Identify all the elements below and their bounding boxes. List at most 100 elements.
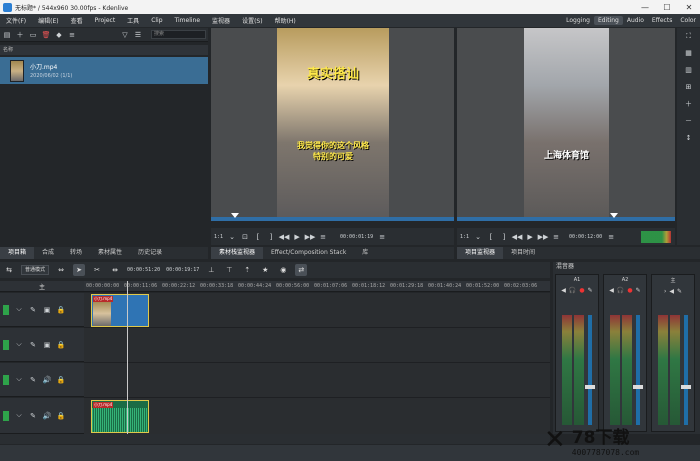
lock-icon[interactable]: 🔒 [57, 341, 66, 349]
chevron-down-icon[interactable]: ⌄ [228, 233, 236, 241]
chevron-down-icon[interactable]: ⌵ [15, 305, 23, 314]
maximize-button[interactable]: ☐ [656, 3, 678, 12]
timeline-playhead[interactable] [127, 281, 128, 434]
track-active-tag[interactable] [3, 374, 9, 385]
workspace-color[interactable]: Color [676, 16, 700, 25]
menu-icon[interactable]: ≡ [319, 233, 327, 241]
project-monitor[interactable]: 上海体育馆 [457, 28, 675, 221]
workspace-audio[interactable]: Audio [623, 16, 648, 25]
menu-icon[interactable]: ≡ [68, 31, 76, 39]
track-active-tag[interactable] [3, 339, 9, 350]
clip-timecode[interactable]: 00:00:01:19 [340, 234, 373, 240]
delete-icon[interactable]: 🗑 [42, 31, 51, 39]
volume-fader[interactable] [684, 315, 688, 425]
record-icon[interactable]: ● [579, 287, 584, 294]
workspace-effects[interactable]: Effects [648, 16, 676, 25]
rewind-icon[interactable]: ◀◀ [279, 233, 290, 241]
tab-compositions[interactable]: 合成 [34, 247, 62, 259]
minimize-button[interactable]: — [634, 3, 656, 12]
tab-clip-monitor[interactable]: 素材栈监视器 [211, 247, 264, 259]
menu-icon[interactable]: ≡ [552, 233, 560, 241]
track-header-v2[interactable]: ⌵ ✎ ▣ 🔒 [0, 293, 84, 327]
effect-icon[interactable]: ✎ [636, 287, 641, 294]
chevron-down-icon[interactable]: ⌵ [15, 411, 23, 420]
menu-clip[interactable]: Clip [145, 17, 168, 24]
clip-zoom[interactable]: 1:1 [214, 234, 223, 240]
bin-item[interactable]: 小刀.mp4 2020/06/02 (1/1) [0, 57, 208, 84]
track-menu-icon[interactable]: ⇆ [3, 264, 15, 276]
chevron-right-icon[interactable]: › [664, 288, 666, 295]
grid-icon[interactable]: ▦ [685, 49, 693, 57]
timeline-ruler[interactable]: 00:00:00:00 00:00:11:06 00:00:22:12 00:0… [84, 281, 550, 292]
chevron-down-icon[interactable]: ⌵ [15, 375, 23, 384]
zoom-icon[interactable]: ⊞ [685, 83, 693, 91]
lock-icon[interactable]: 🔒 [57, 376, 66, 384]
overwrite-icon[interactable]: ⊤ [223, 264, 235, 276]
project-timecode[interactable]: 00:00:12:00 [569, 234, 602, 240]
timeline-tracks[interactable]: 小刀.mp4 小刀.mp4 [84, 293, 550, 434]
bin-search-input[interactable]: 搜索 [151, 30, 206, 39]
add-marker-icon[interactable]: ＋ [685, 100, 693, 108]
tab-project-time[interactable]: 项目时间 [503, 247, 543, 259]
edit-mode-select[interactable]: 普通模式 [21, 265, 50, 275]
ripple-icon[interactable]: ⇄ [295, 264, 308, 276]
track-v2[interactable]: 小刀.mp4 [84, 293, 550, 328]
track-header-v1[interactable]: ⌵ ✎ ▣ 🔒 [0, 328, 84, 362]
mute-icon[interactable]: ◀ [609, 287, 614, 294]
project-zoom[interactable]: 1:1 [460, 234, 469, 240]
lock-icon[interactable]: 🔒 [57, 306, 66, 314]
effect-icon[interactable]: ✎ [677, 288, 682, 295]
video-clip[interactable]: 小刀.mp4 [91, 294, 149, 327]
track-a2[interactable]: 小刀.mp4 [84, 398, 550, 434]
rewind-icon[interactable]: ◀◀ [512, 233, 523, 241]
film-icon[interactable]: ▣ [43, 306, 51, 314]
options-icon[interactable]: ≡ [378, 233, 386, 241]
tab-library[interactable]: 库 [354, 247, 376, 259]
lock-icon[interactable]: 🔒 [57, 412, 66, 420]
spacer-tool-icon[interactable]: ⇔ [55, 264, 67, 276]
project-playhead-marker[interactable] [610, 213, 618, 218]
effect-icon[interactable]: ✎ [29, 412, 37, 420]
slip-tool-icon[interactable]: ⇹ [109, 264, 121, 276]
headphones-icon[interactable]: 🎧 [617, 287, 624, 294]
timeline-scrollbar[interactable] [0, 434, 550, 444]
play-icon[interactable]: ▶ [293, 233, 301, 241]
headphones-icon[interactable]: 🎧 [569, 287, 576, 294]
expand-icon[interactable]: ↕ [685, 134, 693, 142]
menu-tools[interactable]: 工具 [121, 16, 145, 25]
set-in-icon[interactable]: [ [487, 233, 495, 241]
clip-monitor-ruler[interactable] [211, 217, 454, 221]
tab-history[interactable]: 历史记录 [130, 247, 170, 259]
filter-icon[interactable]: ▽ [121, 31, 129, 39]
insert-icon[interactable]: ⊥ [205, 264, 217, 276]
audio-clip[interactable]: 小刀.mp4 [91, 400, 149, 433]
fullscreen-icon[interactable]: ⛶ [685, 32, 693, 40]
select-tool-icon[interactable]: ➤ [73, 264, 86, 276]
speaker-icon[interactable]: 🔊 [43, 376, 52, 384]
menu-file[interactable]: 文件(F) [0, 16, 32, 25]
razor-tool-icon[interactable]: ✂ [91, 264, 103, 276]
effect-icon[interactable]: ✎ [588, 287, 593, 294]
fader-handle[interactable] [633, 385, 643, 389]
record-icon[interactable]: ● [627, 287, 632, 294]
set-out-icon[interactable]: ] [267, 233, 275, 241]
menu-settings[interactable]: 设置(S) [236, 16, 269, 25]
forward-icon[interactable]: ▶▶ [538, 233, 549, 241]
menu-project[interactable]: Project [89, 17, 122, 24]
workspace-editing[interactable]: Editing [593, 16, 623, 25]
lift-icon[interactable]: ⇡ [241, 264, 253, 276]
fader-handle[interactable] [585, 385, 595, 389]
menu-help[interactable]: 帮助(H) [269, 16, 302, 25]
tab-project-monitor[interactable]: 项目监视器 [457, 247, 504, 259]
effect-icon[interactable]: ✎ [29, 341, 37, 349]
volume-fader[interactable] [636, 315, 640, 425]
chevron-down-icon[interactable]: ⌄ [474, 233, 482, 241]
set-in-icon[interactable]: [ [254, 233, 262, 241]
tag-icon[interactable]: ◆ [55, 31, 63, 39]
menu-monitor[interactable]: 监视器 [206, 16, 236, 25]
track-active-tag[interactable] [3, 410, 9, 421]
project-monitor-ruler[interactable] [457, 217, 675, 221]
clip-playhead-marker[interactable] [231, 213, 239, 218]
chevron-down-icon[interactable]: ⌵ [15, 340, 23, 349]
play-icon[interactable]: ▶ [526, 233, 534, 241]
